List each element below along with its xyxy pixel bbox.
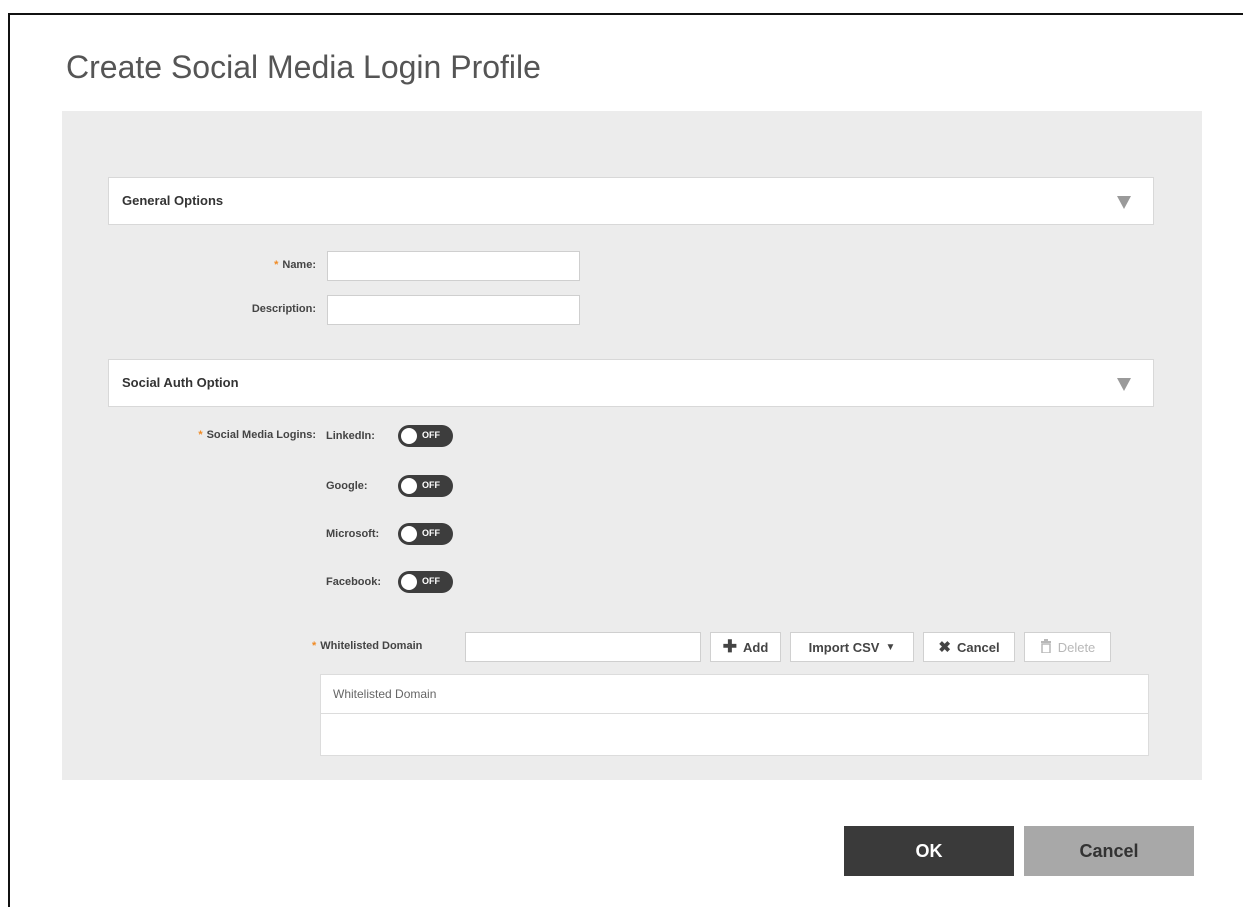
section-social-auth-option[interactable]: Social Auth Option <box>108 359 1154 407</box>
toggle-row-facebook: Facebook: OFF <box>326 571 453 593</box>
plus-icon: ✚ <box>722 637 737 656</box>
section-title: General Options <box>122 193 224 208</box>
toggle-row-linkedin: LinkedIn: OFF <box>326 425 453 447</box>
toggle-row-google: Google: OFF <box>326 475 453 497</box>
whitelisted-domain-input[interactable] <box>465 632 701 662</box>
required-marker: * <box>198 429 203 441</box>
toggle-knob <box>401 428 417 444</box>
dialog: Create Social Media Login Profile Genera… <box>8 13 1243 907</box>
import-csv-button[interactable]: Import CSV ▼ <box>790 632 914 662</box>
description-field[interactable] <box>327 295 580 325</box>
toggle-state: OFF <box>422 430 440 440</box>
description-label: Description: <box>251 303 316 315</box>
whitelisted-domain-label: * Whitelisted Domain <box>312 640 423 652</box>
triangle-down-icon[interactable] <box>1117 378 1131 391</box>
toggle-state: OFF <box>422 528 440 538</box>
triangle-down-icon[interactable] <box>1117 196 1131 209</box>
name-label: * Name: <box>274 259 316 271</box>
cancel-domain-button[interactable]: ✖ Cancel <box>923 632 1015 662</box>
toggle-knob <box>401 478 417 494</box>
cancel-button[interactable]: Cancel <box>1024 826 1194 876</box>
page-title: Create Social Media Login Profile <box>66 49 541 85</box>
ok-button[interactable]: OK <box>844 826 1014 876</box>
add-button[interactable]: ✚ Add <box>710 632 781 662</box>
trash-icon <box>1040 638 1052 656</box>
required-marker: * <box>312 640 317 652</box>
toggle-label-microsoft: Microsoft: <box>326 528 380 540</box>
form-panel: General Options * Name: Description: Soci… <box>62 111 1202 780</box>
toggle-label-linkedin: LinkedIn: <box>326 430 375 442</box>
name-field[interactable] <box>327 251 580 281</box>
google-toggle[interactable]: OFF <box>398 475 453 497</box>
toggle-state: OFF <box>422 480 440 490</box>
linkedin-toggle[interactable]: OFF <box>398 425 453 447</box>
section-title: Social Auth Option <box>122 375 239 390</box>
toggle-knob <box>401 526 417 542</box>
required-marker: * <box>274 259 279 271</box>
caret-down-icon: ▼ <box>885 641 896 653</box>
toggle-state: OFF <box>422 576 440 586</box>
toggle-knob <box>401 574 417 590</box>
facebook-toggle[interactable]: OFF <box>398 571 453 593</box>
section-general-options[interactable]: General Options <box>108 177 1154 225</box>
toggle-label-facebook: Facebook: <box>326 576 382 588</box>
table-header: Whitelisted Domain <box>321 675 1148 714</box>
microsoft-toggle[interactable]: OFF <box>398 523 453 545</box>
toggle-row-microsoft: Microsoft: OFF <box>326 523 453 545</box>
x-icon: ✖ <box>938 639 951 656</box>
toggle-label-google: Google: <box>326 480 368 492</box>
social-media-logins-label: * Social Media Logins: <box>198 429 316 441</box>
delete-button[interactable]: Delete <box>1024 632 1111 662</box>
whitelisted-domain-table: Whitelisted Domain <box>320 674 1149 756</box>
